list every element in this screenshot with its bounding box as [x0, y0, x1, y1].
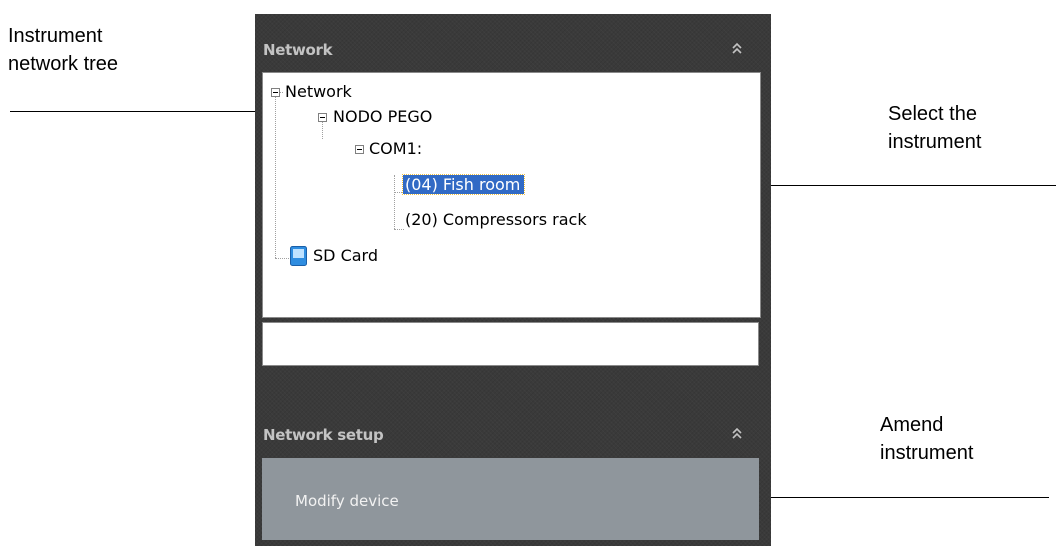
tree-node-label: NODO PEGO [333, 107, 433, 126]
annotation-select-line2: instrument [888, 131, 982, 153]
modify-device-label: Modify device [295, 492, 399, 510]
tree-line [394, 175, 395, 229]
tree-node-label: COM1: [369, 139, 423, 158]
network-section-header[interactable]: Network [255, 30, 771, 70]
device-filter-input[interactable] [262, 322, 759, 366]
tree-node-device-fish-room[interactable]: (04) Fish room [401, 174, 526, 196]
network-setup-section-header[interactable]: Network setup [255, 415, 771, 455]
tree-node-nodo-pego[interactable]: NODO PEGO [333, 106, 432, 128]
side-panel: Network Network NODO PEGO COM1: (04) Fis… [255, 14, 771, 546]
tree-line [322, 122, 323, 139]
collapse-toggle-icon[interactable] [355, 145, 364, 154]
annotation-tree-line2: network tree [8, 53, 119, 75]
tree-node-device-compressors-rack[interactable]: (20) Compressors rack [405, 209, 587, 231]
collapse-chevron-icon[interactable] [731, 427, 743, 441]
annotation-tree-label: Instrument network tree [8, 22, 118, 78]
collapse-chevron-icon[interactable] [731, 42, 743, 56]
tree-node-label: SD Card [313, 246, 378, 265]
tree-line [275, 258, 289, 259]
network-tree[interactable]: Network NODO PEGO COM1: (04) Fish room (… [262, 72, 761, 318]
network-section-title: Network [263, 41, 333, 59]
tree-node-label: Network [285, 82, 352, 101]
network-setup-section-title: Network setup [263, 426, 384, 444]
collapse-toggle-icon[interactable] [271, 88, 280, 97]
tree-line [394, 229, 404, 230]
tree-node-network-root[interactable]: Network [285, 81, 352, 103]
tree-node-com1[interactable]: COM1: [369, 138, 422, 160]
annotation-tree-pointer [10, 111, 286, 112]
annotation-amend-label: Amend instrument [880, 411, 973, 467]
modify-device-button[interactable]: Modify device [262, 458, 759, 540]
annotation-select-line1: Select the [888, 103, 977, 125]
sd-card-icon [290, 246, 307, 266]
annotation-amend-line2: instrument [880, 442, 974, 464]
tree-node-label-selected: (04) Fish room [401, 174, 526, 195]
annotation-select-label: Select the instrument [888, 100, 981, 156]
annotation-amend-line1: Amend [880, 414, 944, 436]
annotation-tree-line1: Instrument [8, 25, 103, 47]
tree-line [275, 97, 276, 258]
tree-node-sd-card[interactable]: SD Card [313, 245, 378, 267]
tree-node-label: (20) Compressors rack [405, 210, 587, 229]
collapse-toggle-icon[interactable] [318, 113, 327, 122]
